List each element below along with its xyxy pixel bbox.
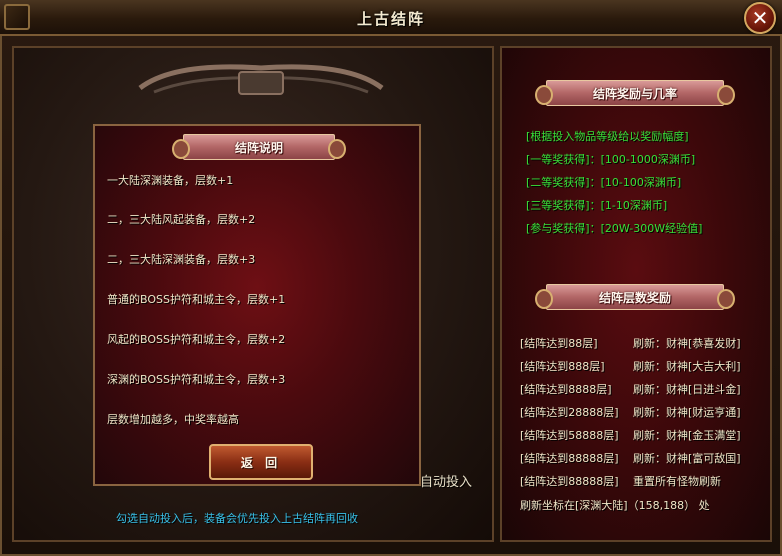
reward-line: [根据投入物品等级给以奖励幅度] [526, 130, 689, 143]
window-title: 上古结阵 [356, 10, 425, 28]
floor-condition: [结阵达到28888层] [520, 406, 619, 419]
rule-line: 普通的BOSS护符和城主令，层数+1 [107, 293, 286, 306]
rule-line: 二，三大陆风起装备，层数+2 [107, 213, 256, 226]
rule-line: 二，三大陆深渊装备，层数+3 [107, 253, 256, 266]
reward-line: [三等奖获得]：[1-10深渊币] [526, 199, 668, 212]
coordinate-text: 刷新坐标在[深渊大陆]（158,188） 处 [520, 499, 710, 512]
reward-line: [参与奖获得]：[20W-300W经验值] [526, 222, 703, 235]
floor-reward: 重置所有怪物刷新 [633, 475, 721, 488]
auto-invest-label[interactable]: 自动投入 [420, 471, 472, 490]
floor-title: 结阵层数奖励 [598, 290, 671, 305]
rule-line: 风起的BOSS护符和城主令，层数+2 [107, 333, 286, 346]
floor-reward: 刷新：财神[金玉满堂] [633, 429, 741, 442]
rule-line: 深渊的BOSS护符和城主令，层数+3 [107, 373, 286, 386]
rule-line: 一大陆深渊装备，层数+1 [107, 174, 234, 187]
floor-condition: [结阵达到58888层] [520, 429, 619, 442]
floor-condition: [结阵达到8888层] [520, 383, 612, 396]
title-bar: 上古结阵 ✕ [0, 0, 782, 36]
back-button[interactable]: 返 回 [209, 444, 313, 480]
reward-line: [一等奖获得]：[100-1000深渊币] [526, 153, 696, 166]
floor-reward: 刷新：财神[大吉大利] [633, 360, 741, 373]
auto-invest-hint: 勾选自动投入后，装备会优先投入上古结阵再回收 [116, 512, 358, 525]
reward-title: 结阵奖励与几率 [592, 86, 677, 101]
reward-title-ribbon: 结阵奖励与几率 [535, 80, 735, 106]
ornament-decoration-icon [138, 64, 384, 95]
floor-title-ribbon: 结阵层数奖励 [535, 284, 735, 310]
close-button[interactable]: ✕ [744, 2, 776, 34]
floor-reward: 刷新：财神[恭喜发财] [633, 337, 741, 350]
explain-title-ribbon: 结阵说明 [172, 134, 346, 160]
floor-condition: [结阵达到88888层] [520, 452, 619, 465]
floor-condition: [结阵达到88层] [520, 337, 598, 350]
close-icon: ✕ [751, 6, 769, 30]
floor-reward: 刷新：财神[日进斗金] [633, 383, 741, 396]
rule-line: 层数增加越多，中奖率越高 [107, 413, 239, 426]
explain-title: 结阵说明 [234, 140, 283, 155]
floor-condition: [结阵达到888层] [520, 360, 605, 373]
floor-reward: 刷新：财神[财运亨通] [633, 406, 741, 419]
floor-reward: 刷新：财神[富可敌国] [633, 452, 741, 465]
reward-line: [二等奖获得]：[10-100深渊币] [526, 176, 682, 189]
floor-condition: [结阵达到88888层] [520, 475, 619, 488]
